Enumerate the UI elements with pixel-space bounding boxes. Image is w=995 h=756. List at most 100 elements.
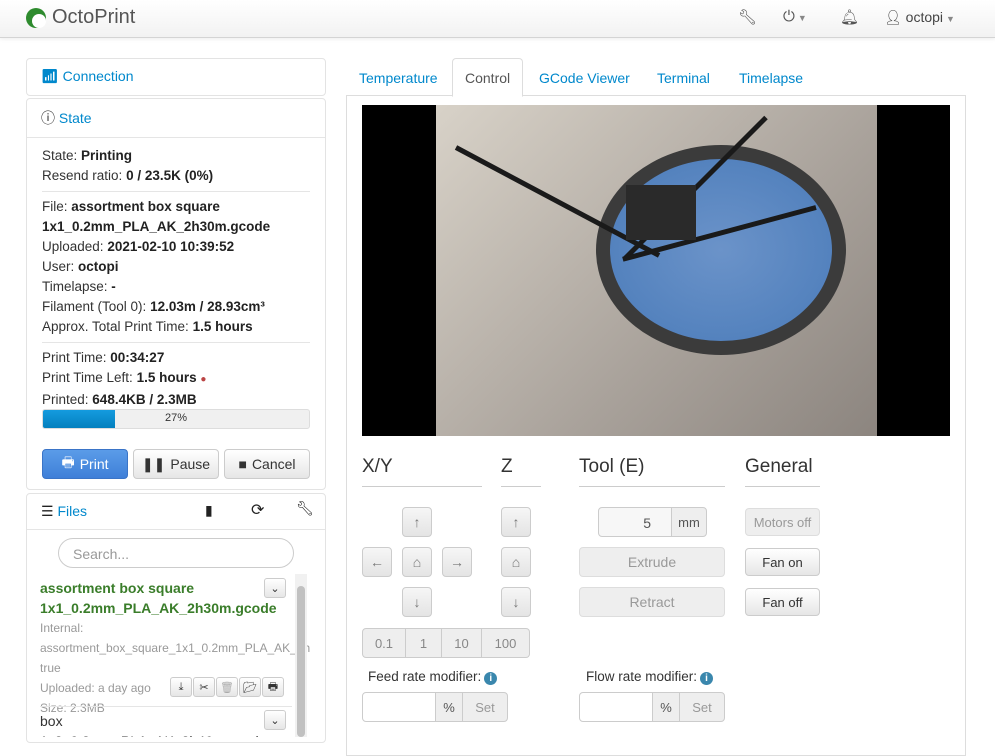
- home-icon: ⌂: [412, 554, 422, 570]
- webcam-stream[interactable]: [362, 105, 950, 436]
- arrow-up-icon: ↑: [512, 514, 520, 530]
- state-header[interactable]: ⓘ State: [27, 99, 325, 138]
- app-title: OctoPrint: [52, 6, 136, 28]
- flow-rate-label: Flow rate modifier: i: [586, 669, 714, 685]
- state-label: State: [58, 110, 92, 126]
- user-menu[interactable]: 👤︎ octopi ▼: [884, 9, 955, 26]
- load-print-button[interactable]: 🖶: [262, 677, 284, 697]
- fan-on-button[interactable]: Fan on: [745, 548, 820, 576]
- uploaded-key: Uploaded:: [42, 239, 104, 254]
- jog-z-plus-button[interactable]: ↑: [501, 507, 531, 537]
- file-search-input[interactable]: Search...: [58, 538, 294, 568]
- load-button[interactable]: 📂︎: [239, 677, 261, 697]
- pause-label: Pause: [170, 456, 211, 472]
- approx-value: 1.5 hours: [192, 319, 253, 334]
- delete-button[interactable]: 🗑︎: [216, 677, 238, 697]
- step-100-button[interactable]: 100: [482, 628, 530, 658]
- step-1-button[interactable]: 1: [406, 628, 442, 658]
- info-icon[interactable]: i: [700, 672, 714, 685]
- file-expand-button[interactable]: ⌄: [264, 578, 286, 598]
- approx-key: Approx. Total Print Time:: [42, 319, 189, 334]
- estimate-dot-icon: ●: [200, 374, 207, 385]
- bell-icon[interactable]: 🔔︎: [840, 8, 859, 26]
- slice-button[interactable]: ✂: [193, 677, 215, 697]
- file-name[interactable]: assortment box square 1x1_0.2mm_PLA_AK_2…: [40, 578, 277, 618]
- file-expand-button-2[interactable]: ⌄: [264, 710, 286, 730]
- list-icon: ☰: [41, 503, 54, 519]
- retract-button[interactable]: Retract: [579, 587, 725, 617]
- file-list-scrollbar[interactable]: [295, 574, 307, 737]
- printtime-key: Print Time:: [42, 350, 107, 365]
- brand[interactable]: OctoPrint: [26, 6, 135, 29]
- tab-gcode-viewer[interactable]: GCode Viewer: [539, 64, 630, 92]
- pause-icon: ❚❚: [141, 455, 166, 472]
- files-header[interactable]: ☰ Files: [27, 494, 325, 530]
- printer-icon: 🖶: [61, 454, 75, 470]
- print-button[interactable]: 🖶 Print: [42, 449, 128, 479]
- filament-value: 12.03m / 28.93cm³: [150, 299, 265, 314]
- extrude-button[interactable]: Extrude: [579, 547, 725, 577]
- tool-title: Tool (E): [579, 456, 725, 487]
- jog-x-minus-button[interactable]: ←: [362, 547, 392, 577]
- power-icon[interactable]: ⏻ ▼: [783, 8, 807, 25]
- user-name: octopi: [905, 9, 944, 25]
- connection-header[interactable]: 📶︎ Connection: [27, 59, 325, 94]
- connection-panel: 📶︎ Connection: [26, 58, 326, 96]
- files-wrench-icon[interactable]: 🔧︎: [296, 500, 314, 517]
- flow-rate-input[interactable]: [579, 692, 653, 722]
- step-0-1-button[interactable]: 0.1: [362, 628, 406, 658]
- resend-key: Resend ratio:: [42, 168, 123, 183]
- tab-terminal[interactable]: Terminal: [657, 64, 710, 92]
- home-z-button[interactable]: ⌂: [501, 547, 531, 577]
- extrude-amount-input[interactable]: 5: [598, 507, 672, 537]
- home-xy-button[interactable]: ⌂: [402, 547, 432, 577]
- stop-icon: ■: [238, 456, 247, 472]
- jog-x-plus-button[interactable]: →: [442, 547, 472, 577]
- jog-z-minus-button[interactable]: ↓: [501, 587, 531, 617]
- jog-y-plus-button[interactable]: ↑: [402, 507, 432, 537]
- step-size-group: 0.1 1 10 100: [362, 628, 530, 658]
- z-title: Z: [501, 456, 541, 487]
- jog-y-minus-button[interactable]: ↓: [402, 587, 432, 617]
- extrude-unit: mm: [671, 507, 707, 537]
- refresh-icon[interactable]: ⟳: [251, 500, 264, 520]
- tab-control[interactable]: Control: [452, 58, 524, 97]
- flow-percent-addon: %: [652, 692, 680, 722]
- resend-value: 0 / 23.5K (0%): [126, 168, 214, 183]
- user-key: User:: [42, 259, 75, 274]
- list-item[interactable]: box 1x2_0.2mm_PLA_AK_3h46m.gcode: [40, 706, 292, 737]
- arrow-left-icon: ←: [370, 554, 384, 570]
- download-button[interactable]: ⤓: [170, 677, 192, 697]
- tab-bar: Temperature Control GCode Viewer Termina…: [346, 58, 966, 97]
- sd-card-icon[interactable]: ▮: [205, 502, 213, 519]
- user-value: octopi: [78, 259, 119, 274]
- cancel-label: Cancel: [251, 456, 296, 472]
- files-label: Files: [57, 503, 88, 519]
- motors-off-button[interactable]: Motors off: [745, 508, 820, 536]
- fan-off-button[interactable]: Fan off: [745, 588, 820, 616]
- list-item[interactable]: assortment box square 1x1_0.2mm_PLA_AK_2…: [40, 578, 310, 718]
- state-key: State:: [42, 148, 78, 163]
- feed-set-button[interactable]: Set: [462, 692, 508, 722]
- flow-set-button[interactable]: Set: [679, 692, 725, 722]
- tab-temperature[interactable]: Temperature: [359, 64, 438, 92]
- folder-open-icon: 📂︎: [243, 681, 257, 694]
- signal-icon: 📶︎: [41, 68, 59, 84]
- feed-percent-addon: %: [435, 692, 463, 722]
- flow-rate-text: Flow rate modifier:: [586, 669, 698, 684]
- state-value: Printing: [81, 148, 133, 163]
- tab-timelapse[interactable]: Timelapse: [739, 64, 803, 92]
- file-key: File:: [42, 199, 68, 214]
- file-internal: Internal: assortment_box_square_1x1_0.2m…: [40, 621, 310, 675]
- feed-rate-input[interactable]: [362, 692, 436, 722]
- info-icon[interactable]: i: [484, 672, 498, 685]
- wrench-icon[interactable]: 🔧︎: [738, 8, 757, 26]
- octoprint-logo-icon: [26, 7, 46, 28]
- step-10-button[interactable]: 10: [442, 628, 482, 658]
- file-name[interactable]: box 1x2_0.2mm_PLA_AK_3h46m.gcode: [40, 711, 266, 737]
- xy-title: X/Y: [362, 456, 482, 487]
- state-panel: ⓘ State State: Printing Resend ratio: 0 …: [26, 98, 326, 490]
- timeleft-key: Print Time Left:: [42, 370, 133, 385]
- cancel-button[interactable]: ■ Cancel: [224, 449, 310, 479]
- pause-button[interactable]: ❚❚ Pause: [133, 449, 219, 479]
